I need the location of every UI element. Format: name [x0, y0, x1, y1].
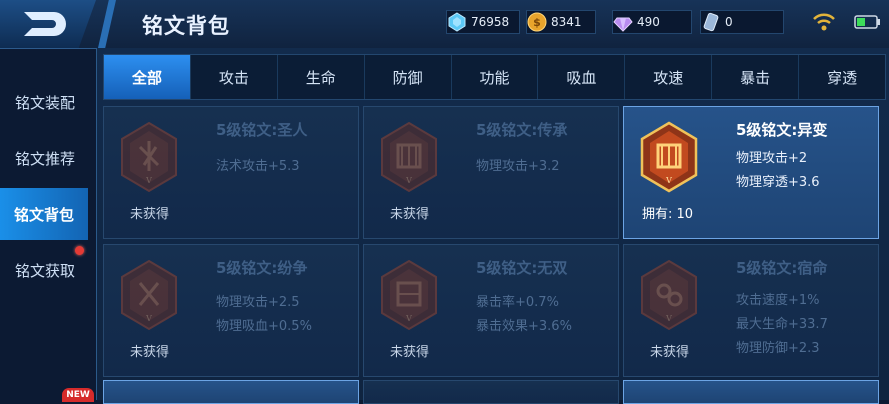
inscription-card-strife[interactable]: V 5级铭文:纷争 物理攻击+2.5 物理吸血+0.5% 未获得 — [103, 244, 359, 377]
diamond-value: 76958 — [471, 15, 510, 29]
inscription-stat: 物理攻击+2.5 — [216, 295, 300, 310]
inscription-name: 5级铭文:宿命 — [736, 259, 828, 277]
inscription-name: 5级铭文:无双 — [476, 259, 568, 277]
inscription-status: 未获得 — [650, 345, 690, 360]
sidebar-item-label: 铭文背包 — [13, 205, 74, 224]
tab-defense[interactable]: 防御 — [365, 55, 452, 99]
inscription-emblem-icon: V — [640, 121, 698, 193]
inscription-name: 5级铭文:传承 — [476, 121, 568, 139]
tab-attack[interactable]: 攻击 — [191, 55, 278, 99]
top-bar: 铭文背包 76958 $ 8341 490 0 — [0, 0, 889, 49]
inscription-status: 未获得 — [130, 345, 170, 360]
inscription-stat: 攻击速度+1% — [736, 293, 820, 308]
sidebar-item-equip[interactable]: 铭文装配 — [0, 76, 90, 128]
inscription-status: 未获得 — [130, 207, 170, 222]
tab-all[interactable]: 全部 — [104, 55, 191, 99]
tab-penetration[interactable]: 穿透 — [799, 55, 885, 99]
gold-value: 8341 — [551, 15, 582, 29]
voucher-icon — [703, 12, 719, 32]
tab-attack-speed[interactable]: 攻速 — [625, 55, 713, 99]
inscription-name: 5级铭文:纷争 — [216, 259, 308, 277]
notification-dot — [75, 246, 84, 255]
diamond-icon — [448, 12, 466, 32]
inscription-card-partial[interactable] — [363, 380, 619, 404]
inscription-stat: 物理攻击+2 — [736, 151, 808, 166]
wifi-icon — [813, 13, 835, 31]
sidebar-item-recommend[interactable]: 铭文推荐 — [0, 132, 90, 184]
inscription-emblem-icon: V — [121, 121, 177, 193]
svg-text:V: V — [665, 176, 672, 185]
inscription-card-partial[interactable] — [623, 380, 879, 404]
filter-tabs: 全部 攻击 生命 防御 功能 吸血 攻速 暴击 穿透 — [103, 54, 886, 100]
inscription-card-heritage[interactable]: V 5级铭文:传承 物理攻击+3.2 未获得 — [363, 106, 619, 239]
inscription-name: 5级铭文:异变 — [736, 121, 828, 139]
inscription-card-partial[interactable] — [103, 380, 359, 404]
sidebar-item-label: 铭文获取 — [14, 261, 75, 280]
gold-coin-icon: $ — [527, 12, 547, 32]
inscription-card-peerless[interactable]: V 5级铭文:无双 暴击率+0.7% 暴击效果+3.6% 未获得 — [363, 244, 619, 377]
tab-lifesteal[interactable]: 吸血 — [538, 55, 626, 99]
svg-text:V: V — [145, 314, 152, 323]
inscription-stat: 物理攻击+3.2 — [476, 159, 560, 174]
svg-text:V: V — [145, 176, 152, 185]
inscription-stat: 物理吸血+0.5% — [216, 319, 312, 334]
sidebar-item-label: 铭文装配 — [14, 93, 75, 112]
gem-icon — [613, 17, 633, 32]
battery-icon — [854, 15, 880, 29]
gem-counter: 490 — [612, 10, 692, 34]
inscription-stat: 物理穿透+3.6 — [736, 175, 820, 190]
svg-text:$: $ — [533, 16, 541, 29]
back-arrow-icon — [24, 12, 66, 36]
inscription-card-mutation[interactable]: V 5级铭文:异变 物理攻击+2 物理穿透+3.6 拥有: 10 — [623, 106, 879, 239]
sidebar-item-label: 铭文推荐 — [14, 149, 75, 168]
inscription-card-sage[interactable]: V 5级铭文:圣人 法术攻击+5.3 未获得 — [103, 106, 359, 239]
voucher-counter: 0 — [700, 10, 784, 34]
inscription-card-destiny[interactable]: V 5级铭文:宿命 攻击速度+1% 最大生命+33.7 物理防御+2.3 未获得 — [623, 244, 879, 377]
inscription-stat: 最大生命+33.7 — [736, 317, 828, 332]
page-title: 铭文背包 — [142, 14, 230, 38]
inscription-emblem-icon: V — [381, 121, 437, 193]
inscription-status: 未获得 — [390, 207, 430, 222]
gem-value: 490 — [637, 15, 660, 29]
inscription-stat: 暴击效果+3.6% — [476, 319, 572, 334]
inscription-stat: 暴击率+0.7% — [476, 295, 559, 310]
inscription-emblem-icon: V — [121, 259, 177, 331]
gold-counter: $ 8341 — [526, 10, 596, 34]
inscription-stat: 法术攻击+5.3 — [216, 159, 300, 174]
tab-health[interactable]: 生命 — [278, 55, 365, 99]
svg-text:V: V — [405, 314, 412, 323]
svg-text:V: V — [405, 176, 412, 185]
title-divider — [98, 0, 116, 48]
sidebar-item-backpack[interactable]: 铭文背包 — [0, 188, 88, 240]
tab-utility[interactable]: 功能 — [452, 55, 539, 99]
back-button[interactable] — [0, 0, 96, 48]
diamond-counter: 76958 — [446, 10, 520, 34]
inscription-owned-count: 拥有: 10 — [642, 207, 694, 222]
svg-text:V: V — [665, 314, 672, 323]
tab-critical[interactable]: 暴击 — [712, 55, 800, 99]
inscription-status: 未获得 — [390, 345, 430, 360]
inscription-emblem-icon: V — [381, 259, 437, 331]
sidebar: 铭文装配 铭文推荐 铭文背包 铭文获取 — [0, 48, 96, 400]
inscription-panel: 全部 攻击 生命 防御 功能 吸血 攻速 暴击 穿透 V 5级铭文:圣人 法术攻… — [96, 48, 889, 404]
inscription-emblem-icon: V — [641, 259, 697, 331]
inscription-name: 5级铭文:圣人 — [216, 121, 308, 139]
voucher-value: 0 — [725, 15, 733, 29]
inscription-stat: 物理防御+2.3 — [736, 341, 820, 356]
